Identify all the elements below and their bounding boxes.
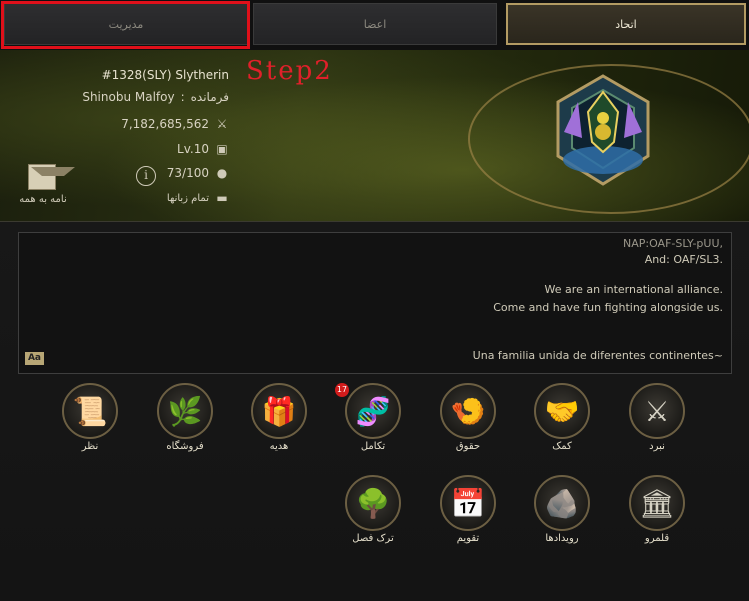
menu-label: ترک فصل — [352, 533, 394, 544]
menu-label: کمک — [552, 441, 572, 452]
menu-label: فروشگاه — [166, 441, 204, 452]
tab-alliance[interactable]: اتحاد — [506, 3, 746, 45]
menu-label: تقویم — [456, 533, 480, 544]
notes-icon: 📜 — [62, 383, 118, 439]
menu-label: قلمرو — [644, 533, 670, 544]
menu-label: تکامل — [360, 441, 386, 452]
alliance-banner: Step2 #1328(SLY) Slytherin Shinobu Malfo… — [0, 50, 749, 222]
members-row: 73/100 ● — [167, 166, 229, 180]
tab-bar: مدیریت اعضا اتحاد — [0, 0, 749, 50]
info-icon[interactable]: i — [136, 166, 156, 186]
calendar-icon: 📅 — [440, 475, 496, 531]
leader-row: Shinobu Malfoy : فرمانده — [82, 90, 229, 104]
description-line: NAP:OAF-SLY-pUU, — [623, 237, 723, 250]
tab-management[interactable]: مدیریت — [4, 3, 248, 45]
menu-item-leave-season[interactable]: 🌳 ترک فصل — [333, 475, 413, 544]
language-row: تمام زبانها ▬ — [167, 191, 229, 205]
tab-members[interactable]: اعضا — [253, 3, 497, 45]
menu-item-calendar[interactable]: 📅 تقویم — [428, 475, 508, 544]
menu-item-territory[interactable]: 🏛 قلمرو — [617, 475, 697, 544]
description-line: We are an international alliance. — [544, 283, 723, 296]
leader-role: فرمانده — [190, 90, 229, 104]
gift-icon: ▣ — [216, 142, 228, 156]
shop-icon: 🌿 — [157, 383, 213, 439]
crossed-swords-icon: ⚔ — [216, 117, 228, 131]
tab-members-label: اعضا — [363, 17, 387, 31]
alliance-description[interactable]: NAP:OAF-SLY-pUU, And: OAF/SL3. We are an… — [18, 232, 732, 374]
menu-item-events[interactable]: 🪨 رویدادها — [522, 475, 602, 544]
chat-icon: ▬ — [216, 191, 228, 205]
salary-icon: 🍤 — [440, 383, 496, 439]
description-line: Una familia unida de diferentes continen… — [472, 349, 723, 362]
menu-item-gift[interactable]: 🎁 هدیه — [239, 383, 319, 452]
menu-item-help[interactable]: 🤝 کمک — [522, 383, 602, 452]
menu-label: نبرد — [649, 441, 665, 452]
alliance-name-row: #1328(SLY) Slytherin — [102, 68, 229, 82]
crossed-swords-icon: ⚔ — [629, 383, 685, 439]
mail-icon[interactable] — [28, 164, 75, 190]
description-line: And: OAF/SL3. — [644, 253, 723, 266]
tab-alliance-label: اتحاد — [615, 17, 637, 31]
level-value: Lv.10 — [177, 142, 209, 156]
power-row: 7,182,685,562 ⚔ — [121, 117, 229, 131]
font-toggle-button[interactable]: Aa — [25, 352, 44, 365]
members-value: 73/100 — [166, 166, 209, 180]
events-icon: 🪨 — [534, 475, 590, 531]
territory-icon: 🏛 — [629, 475, 685, 531]
person-icon: ● — [216, 166, 228, 180]
tab-management-label: مدیریت — [108, 17, 144, 31]
leave-season-icon: 🌳 — [345, 475, 401, 531]
gift-icon: 🎁 — [251, 383, 307, 439]
menu-item-evolution[interactable]: 🧬 17 تکامل — [333, 383, 413, 452]
power-value: 7,182,685,562 — [121, 117, 209, 131]
notification-badge: 17 — [335, 383, 349, 397]
menu-item-feedback[interactable]: 📜 نظر — [50, 383, 130, 452]
alliance-emblem — [556, 74, 650, 186]
menu-item-shop[interactable]: 🌿 فروشگاه — [145, 383, 225, 452]
alliance-screen: مدیریت اعضا اتحاد Step2 #1328(SLY) Slyth… — [0, 0, 749, 601]
level-row: Lv.10 ▣ — [177, 142, 229, 156]
step-annotation: Step2 — [246, 56, 333, 86]
menu-label: رویدادها — [545, 533, 579, 544]
language-value: تمام زبانها — [166, 192, 209, 204]
dna-icon: 🧬 — [345, 383, 401, 439]
description-line: Come and have fun fighting alongside us. — [493, 301, 723, 314]
menu-label: هدیه — [269, 441, 289, 452]
alliance-name: #1328(SLY) Slytherin — [101, 68, 229, 82]
menu-label: حقوق — [455, 441, 481, 452]
menu-item-battle[interactable]: ⚔ نبرد — [617, 383, 697, 452]
leader-colon: : — [180, 90, 185, 104]
menu-label: نظر — [81, 441, 99, 452]
menu-item-salary[interactable]: 🍤 حقوق — [428, 383, 508, 452]
handshake-icon: 🤝 — [534, 383, 590, 439]
leader-name: Shinobu Malfoy — [82, 90, 175, 104]
mail-all-label[interactable]: نامه به همه — [8, 194, 78, 205]
